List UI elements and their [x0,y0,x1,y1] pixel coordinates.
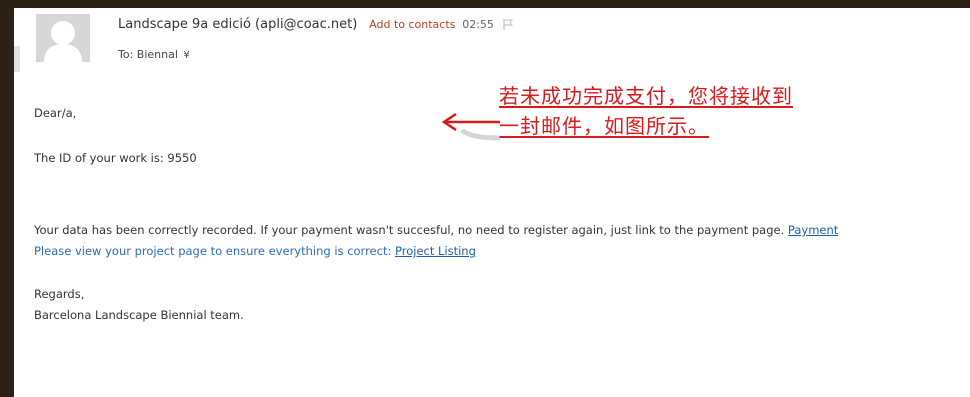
message-time: 02:55 [462,18,494,31]
greeting: Dear/a, [34,106,77,120]
left-divider [14,46,20,72]
avatar-placeholder-icon [36,14,90,62]
to-label: To: [118,48,134,61]
arrow-left-icon [441,112,501,141]
view-project-line: Please view your project page to ensure … [34,244,476,258]
regards: Regards, [34,287,85,301]
sender-line: Landscape 9a edició (apli@coac.net) Add … [118,17,513,32]
view-project-text: Please view your project page to ensure … [34,244,392,258]
email-frame: Landscape 9a edició (apli@coac.net) Add … [14,8,970,397]
payment-link[interactable]: Payment [788,223,838,237]
add-to-contacts-link[interactable]: Add to contacts [369,18,455,31]
expand-recipients-icon[interactable]: ¥ [183,50,189,61]
project-listing-link[interactable]: Project Listing [395,244,476,258]
annotation-note: 若未成功完成支付，您将接收到 一封邮件，如图所示。 [499,81,793,141]
data-recorded-line: Your data has been correctly recorded. I… [34,223,838,237]
flag-icon[interactable] [503,19,513,30]
recipient-line: To: Biennal ¥ [118,48,190,61]
annotation-line-2: 一封邮件，如图所示。 [499,114,709,138]
sender-name[interactable]: Landscape 9a edició (apli@coac.net) [118,17,357,32]
signature-team: Barcelona Landscape Biennial team. [34,308,244,322]
data-recorded-text: Your data has been correctly recorded. I… [34,223,785,237]
annotation-line-1: 若未成功完成支付，您将接收到 [499,84,793,108]
work-id-line: The ID of your work is: 9550 [34,151,197,165]
recipient-name[interactable]: Biennal [137,48,178,61]
